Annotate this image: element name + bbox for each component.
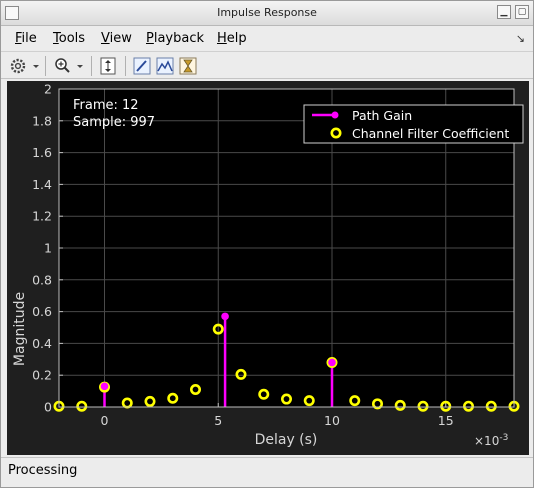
toolbar [1, 51, 533, 79]
frame-label: Frame: 12 [73, 98, 139, 113]
settings-button[interactable] [7, 55, 41, 77]
window-title: Impulse Response [217, 6, 317, 19]
dropdown-arrow-icon [33, 65, 39, 68]
maximize-icon[interactable]: ▢ [515, 5, 529, 19]
x-tick-label: 15 [438, 413, 454, 428]
show-legend-icon [156, 57, 174, 75]
edit-plot-icon [133, 57, 151, 75]
impulse-response-window: Impulse Response ▁ ▢ File Tools View Pla… [0, 0, 534, 488]
autoscale-icon [100, 57, 116, 75]
y-tick-label: 2 [44, 82, 52, 97]
zoom-in-icon [55, 58, 83, 73]
dock-arrow-icon[interactable]: ↘ [516, 32, 525, 45]
menu-bar: File Tools View Playback Help ↘ [1, 27, 533, 51]
y-tick-label: 0.4 [32, 336, 52, 351]
zoom-button[interactable] [51, 55, 85, 77]
path-gain-point [221, 312, 229, 321]
menu-view[interactable]: View [101, 31, 132, 46]
y-tick-label: 1 [44, 241, 52, 256]
status-text: Processing [8, 463, 78, 478]
x-tick-label: 10 [324, 413, 340, 428]
menu-tools[interactable]: Tools [53, 31, 85, 46]
legend-filter-coeff-label: Channel Filter Coefficient [352, 126, 509, 141]
y-tick-label: 1.4 [32, 177, 52, 192]
path-gain-point [100, 382, 109, 391]
x-exponent-label: ×10-3 [474, 433, 508, 448]
path-gain-point [328, 358, 336, 367]
sample-time-button[interactable] [177, 55, 199, 77]
menu-playback[interactable]: Playback [146, 31, 204, 46]
legend[interactable]: Path Gain Channel Filter Coefficient [303, 104, 524, 144]
y-tick-label: 0.2 [32, 368, 52, 383]
legend-button[interactable] [154, 55, 176, 77]
y-tick-label: 1.8 [32, 113, 52, 128]
title-bar: Impulse Response ▁ ▢ [1, 1, 533, 26]
y-tick-label: 0.8 [32, 272, 52, 287]
autoscale-button[interactable] [97, 55, 119, 77]
sample-time-icon [179, 57, 197, 75]
x-tick-label: 0 [101, 413, 109, 428]
plot-panel: 0 0.2 0.4 0.6 0.8 1 1.2 1.4 1.6 1.8 2 0 5 10 15 Frame:… [7, 81, 529, 455]
y-axis-label: Magnitude [12, 292, 28, 366]
y-tick-label: 0.6 [32, 304, 52, 319]
status-bar: Processing [1, 457, 533, 487]
minimize-icon[interactable]: ▁ [497, 5, 511, 19]
legend-path-gain-marker [331, 111, 339, 119]
x-tick-label: 5 [214, 413, 222, 428]
x-axis-label: Delay (s) [255, 432, 318, 448]
impulse-response-plot[interactable]: 0 0.2 0.4 0.6 0.8 1 1.2 1.4 1.6 1.8 2 0 5 10 15 Frame:… [7, 81, 529, 455]
sample-label: Sample: 997 [73, 115, 155, 130]
edit-plot-button[interactable] [131, 55, 153, 77]
menu-help[interactable]: Help [217, 31, 247, 46]
gear-icon [10, 58, 39, 74]
y-tick-label: 1.6 [32, 145, 52, 160]
y-tick-label: 0 [44, 400, 52, 415]
legend-path-gain-label: Path Gain [352, 108, 412, 123]
y-tick-label: 1.2 [32, 209, 52, 224]
menu-file[interactable]: File [15, 31, 37, 46]
